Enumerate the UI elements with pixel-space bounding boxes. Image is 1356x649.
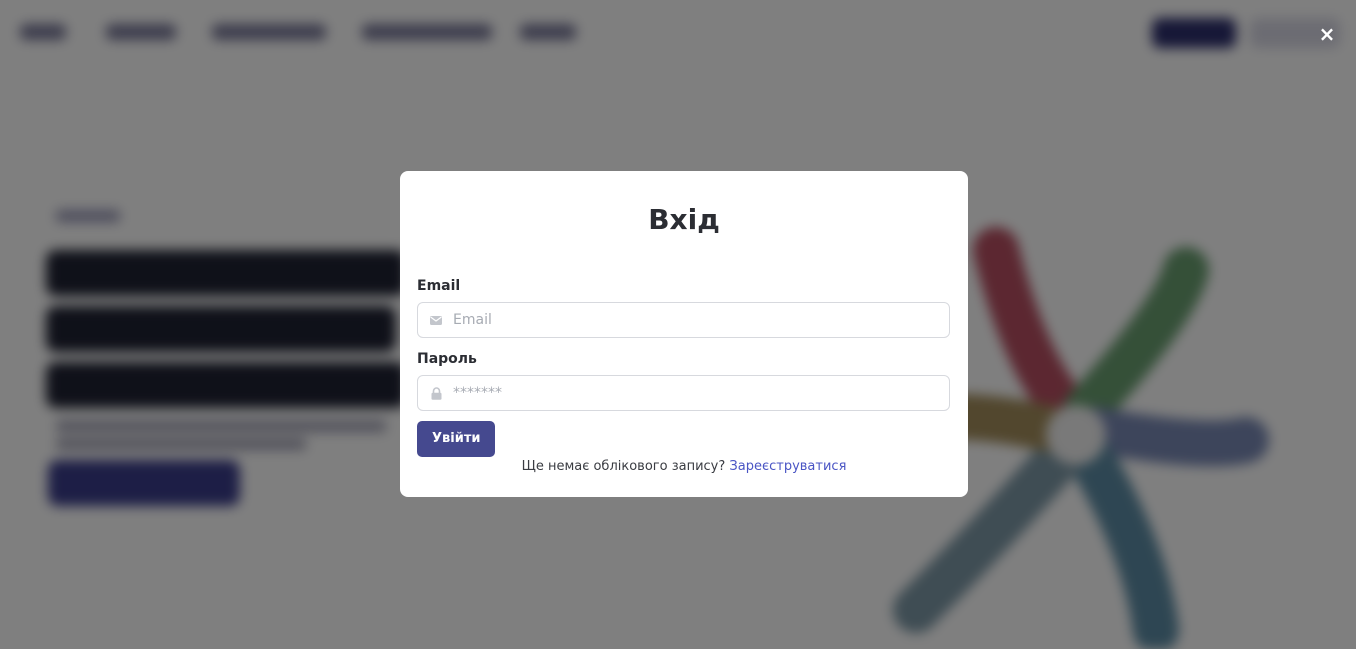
signup-prompt: Ще немає облікового запису? bbox=[521, 459, 726, 474]
email-field[interactable] bbox=[417, 302, 950, 338]
mail-icon bbox=[429, 313, 443, 327]
login-button[interactable]: Увійти bbox=[417, 421, 496, 457]
email-label: Email bbox=[417, 278, 461, 294]
lock-icon bbox=[429, 386, 443, 400]
signup-link[interactable]: Зареєструватися bbox=[729, 459, 846, 474]
password-label: Пароль bbox=[417, 351, 477, 367]
password-input[interactable] bbox=[453, 376, 943, 410]
email-input[interactable] bbox=[453, 303, 943, 337]
close-icon[interactable]: × bbox=[1314, 20, 1340, 48]
signup-row: Ще немає облікового запису? Зареєструват… bbox=[417, 458, 951, 476]
viewport: × Вхід Email Пароль Увійти bbox=[0, 0, 1356, 649]
login-modal: Вхід Email Пароль Увійти Ще нем bbox=[400, 171, 968, 497]
modal-title: Вхід bbox=[648, 203, 720, 236]
password-field[interactable] bbox=[417, 375, 950, 411]
